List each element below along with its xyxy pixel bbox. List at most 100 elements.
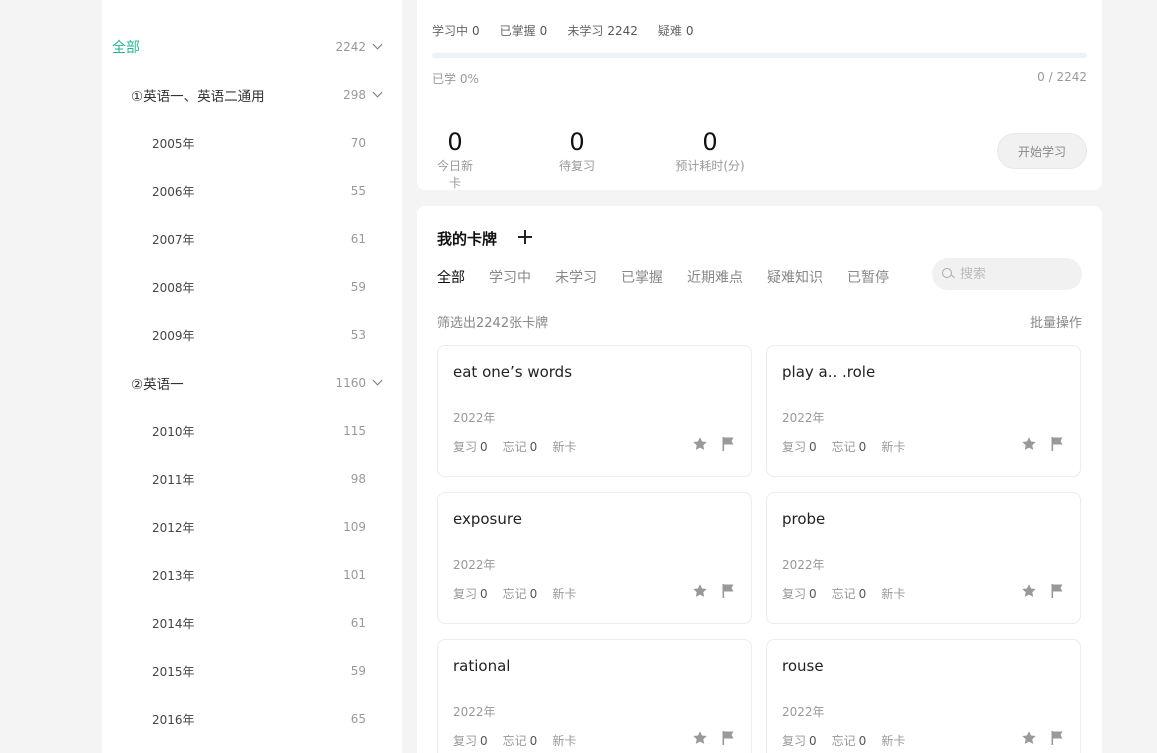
- review-count: 复习 0: [782, 440, 817, 454]
- filter-tabs: 全部 学习中 未学习 已掌握 近期难点 疑难知识 已暂停: [437, 267, 889, 287]
- card-word: probe: [782, 510, 826, 528]
- add-card-icon[interactable]: [517, 229, 533, 245]
- tree-item-year[interactable]: 2012年 109: [102, 503, 402, 551]
- progress-bar: [432, 53, 1087, 58]
- card-year: 2022年: [453, 558, 496, 572]
- tree-item-year[interactable]: 2006年 55: [102, 167, 402, 215]
- forget-count: 忘记 0: [831, 440, 867, 454]
- card-status: 新卡: [881, 440, 906, 454]
- batch-operation-button[interactable]: 批量操作: [1030, 312, 1082, 331]
- tree-item-label: 全部: [112, 40, 140, 56]
- word-card[interactable]: rational 2022年 复习 0 忘记 0 新卡: [437, 639, 752, 753]
- card-year: 2022年: [782, 705, 825, 719]
- filter-tab[interactable]: 已掌握: [621, 267, 663, 287]
- tree-item-label: 2005年: [152, 136, 195, 151]
- tree-item-count: 59: [350, 664, 366, 678]
- tree-item-year[interactable]: 2016年 65: [102, 695, 402, 743]
- forget-count: 忘记 0: [502, 587, 538, 601]
- study-stats-card: 学习中 0 已掌握 0 未学习 2242 疑难 0 已学 0% 0 / 2242 0 今…: [417, 0, 1102, 190]
- deck-title: 我的卡牌: [437, 230, 498, 248]
- tree-item-year[interactable]: 2013年 101: [102, 551, 402, 599]
- star-icon[interactable]: [692, 583, 708, 599]
- word-card[interactable]: eat one’s words 2022年 复习 0 忘记 0 新卡: [437, 345, 752, 477]
- card-year: 2022年: [782, 411, 825, 425]
- status-summary: 学习中 0 已掌握 0 未学习 2242 疑难 0: [432, 22, 694, 39]
- tree-item-year[interactable]: 2015年 59: [102, 647, 402, 695]
- filter-tab[interactable]: 未学习: [555, 267, 597, 287]
- word-card[interactable]: rouse 2022年 复习 0 忘记 0 新卡: [766, 639, 1081, 753]
- word-card[interactable]: probe 2022年复习 0 忘记 0 新卡: [766, 492, 1081, 624]
- flag-icon[interactable]: [721, 730, 735, 746]
- tree-item-year[interactable]: 2005年 70: [102, 119, 402, 167]
- search-icon: [942, 268, 954, 280]
- flag-icon[interactable]: [721, 583, 735, 599]
- star-icon[interactable]: [692, 730, 708, 746]
- search-box[interactable]: [932, 258, 1082, 290]
- tree-item-label: 2007年: [152, 232, 195, 247]
- flag-icon[interactable]: [1050, 583, 1064, 599]
- review-count: 复习 0: [782, 587, 817, 601]
- tree-item-label: ①英语一、英语二通用: [131, 89, 265, 105]
- tree-item-count: 1160: [335, 376, 366, 390]
- star-icon[interactable]: [1021, 583, 1037, 599]
- tree-item-year[interactable]: 2007年 61: [102, 215, 402, 263]
- flag-icon[interactable]: [1050, 436, 1064, 452]
- word-card[interactable]: play a.. .role 2022年复习 0 忘记 0 新卡: [766, 345, 1081, 477]
- tree-item-label: 2015年: [152, 664, 195, 679]
- filter-result-text: 筛选出2242张卡牌: [437, 316, 549, 331]
- to-review-metric: 0 待复习: [558, 128, 595, 173]
- forget-count: 忘记 0: [831, 587, 867, 601]
- tree-group[interactable]: ②英语一 1160: [102, 359, 402, 407]
- filter-tab[interactable]: 近期难点: [687, 267, 743, 287]
- chevron-down-icon[interactable]: [372, 40, 382, 50]
- card-status: 新卡: [552, 587, 577, 601]
- tree-group[interactable]: ①英语一、英语二通用 298: [102, 71, 402, 119]
- chevron-down-icon[interactable]: [372, 376, 382, 386]
- tree-item-label: 2016年: [152, 712, 195, 727]
- progress-count: 0 / 2242: [1037, 70, 1087, 84]
- filter-tab[interactable]: 已暂停: [847, 267, 889, 287]
- card-year: 2022年: [782, 558, 825, 572]
- hard-stat[interactable]: 疑难 0: [658, 22, 694, 39]
- card-word: exposure: [453, 510, 522, 528]
- tree-item-label: 2014年: [152, 616, 195, 631]
- tree-item-year[interactable]: 2010年 115: [102, 407, 402, 455]
- chevron-down-icon[interactable]: [372, 88, 382, 98]
- card-word: eat one’s words: [453, 363, 573, 381]
- search-input[interactable]: [960, 266, 1070, 282]
- flag-icon[interactable]: [721, 436, 735, 452]
- progress-percent: 已学 0%: [432, 72, 479, 86]
- card-word: play a.. .role: [782, 363, 876, 381]
- word-card[interactable]: exposure 2022年 复习 0 忘记 0 新卡: [437, 492, 752, 624]
- review-count: 复习 0: [782, 734, 817, 748]
- card-status: 新卡: [552, 734, 577, 748]
- star-icon[interactable]: [692, 436, 708, 452]
- review-count: 复习 0: [453, 440, 488, 454]
- tree-item-year[interactable]: 2009年 53: [102, 311, 402, 359]
- forget-count: 忘记 0: [831, 734, 867, 748]
- filter-tab[interactable]: 学习中: [489, 267, 531, 287]
- star-icon[interactable]: [1021, 730, 1037, 746]
- tree-item-year[interactable]: 2008年 59: [102, 263, 402, 311]
- star-icon[interactable]: [1021, 436, 1037, 452]
- forget-count: 忘记 0: [502, 440, 538, 454]
- learning-stat[interactable]: 学习中 0: [432, 22, 480, 39]
- unlearned-stat[interactable]: 未学习 2242: [567, 22, 638, 39]
- tree-item-count: 61: [350, 616, 366, 630]
- tree-item-label: 2006年: [152, 184, 195, 199]
- tree-item-year[interactable]: 2014年 61: [102, 599, 402, 647]
- tree-item-label: 2009年: [152, 328, 195, 343]
- tree-item-count: 61: [350, 232, 366, 246]
- card-meta: 复习 0 忘记 0 新卡: [453, 585, 576, 602]
- tree-item-count: 2242: [335, 40, 366, 54]
- filter-tab[interactable]: 疑难知识: [767, 267, 823, 287]
- tree-item-year[interactable]: 2011年 98: [102, 455, 402, 503]
- card-word: rational: [453, 657, 511, 675]
- tree-item-all[interactable]: 全部 2242: [102, 23, 402, 71]
- card-status: 新卡: [881, 587, 906, 601]
- flag-icon[interactable]: [1050, 730, 1064, 746]
- start-study-button[interactable]: 开始学习: [997, 133, 1087, 169]
- mastered-stat[interactable]: 已掌握 0: [500, 22, 548, 39]
- filter-tab[interactable]: 全部: [437, 267, 465, 287]
- tree-item-label: ②英语一: [131, 377, 184, 393]
